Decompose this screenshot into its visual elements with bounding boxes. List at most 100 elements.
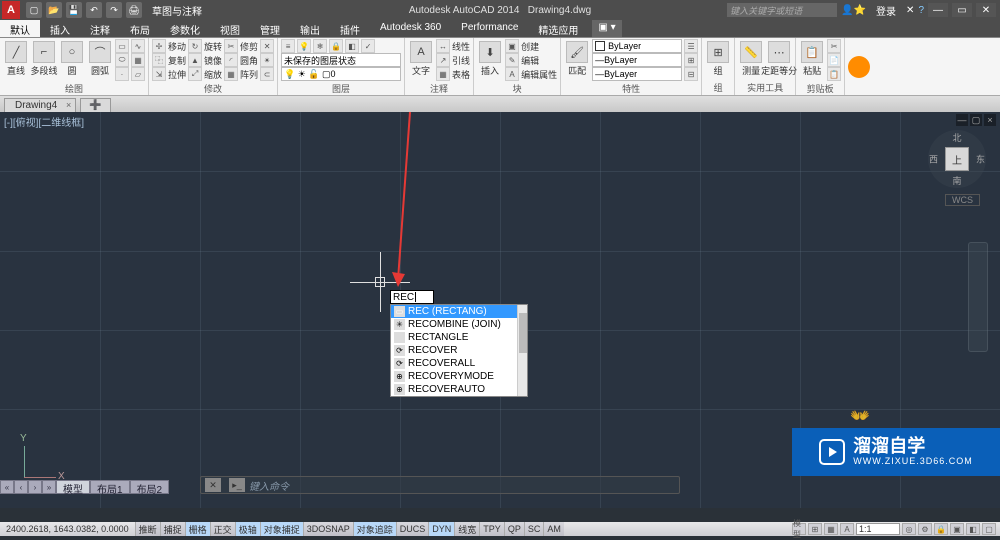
viewcube-top[interactable]: 上 xyxy=(945,147,969,171)
explode-icon[interactable]: ✴ xyxy=(260,53,274,67)
navigation-bar[interactable] xyxy=(968,242,988,352)
group-button[interactable]: ⊞组 xyxy=(705,39,731,79)
paste-special-icon[interactable]: 📋 xyxy=(827,67,841,81)
layer-iso-icon[interactable]: ◧ xyxy=(345,39,359,53)
model-tab[interactable]: 模型 xyxy=(56,480,90,494)
layer-match-icon[interactable]: ✓ xyxy=(361,39,375,53)
vp-min-icon[interactable]: — xyxy=(956,114,968,126)
tab-expand[interactable]: ▣ ▾ xyxy=(592,20,621,37)
viewcube-south[interactable]: 南 xyxy=(952,174,961,187)
tab-default[interactable]: 默认 xyxy=(0,20,40,37)
region-icon[interactable]: ▱ xyxy=(131,67,145,81)
tab-view[interactable]: 视图 xyxy=(210,20,250,37)
status-infer[interactable]: 推断 xyxy=(135,522,160,536)
props-tool1-icon[interactable]: ☰ xyxy=(684,39,698,53)
polyline-button[interactable]: ⌐多段线 xyxy=(31,39,57,79)
tab-output[interactable]: 输出 xyxy=(290,20,330,37)
viewcube-north[interactable]: 北 xyxy=(952,131,961,144)
coordinates[interactable]: 2400.2618, 1643.0382, 0.0000 xyxy=(0,524,135,534)
viewcube-east[interactable]: 东 xyxy=(976,153,985,166)
snap-display-icon[interactable]: ▦ xyxy=(824,523,838,535)
user-badge-icon[interactable]: 👤⭐ xyxy=(841,5,866,16)
tab-parametric[interactable]: 参数化 xyxy=(160,20,210,37)
close-button[interactable]: ✕ xyxy=(976,3,996,17)
fillet-icon[interactable]: ◜ xyxy=(224,53,238,67)
tab-nav-last-icon[interactable]: » xyxy=(42,480,56,494)
layer-props-icon[interactable]: ≡ xyxy=(281,39,295,53)
qat-redo-icon[interactable]: ↷ xyxy=(106,2,122,18)
tab-a360[interactable]: Autodesk 360 xyxy=(370,20,451,37)
status-osnap[interactable]: 对象捕捉 xyxy=(260,522,303,536)
status-dyn[interactable]: DYN xyxy=(428,522,454,536)
workspace-label[interactable]: 草图与注释 xyxy=(152,3,202,18)
login-button[interactable]: 登录 xyxy=(870,3,902,18)
autocomplete-item[interactable]: ⊕RECOVERYMODE xyxy=(391,370,527,383)
point-icon[interactable]: · xyxy=(115,67,129,81)
linear-dim-icon[interactable]: ↔ xyxy=(436,39,450,53)
status-grid[interactable]: 栅格 xyxy=(185,522,210,536)
status-3dosnap[interactable]: 3DOSNAP xyxy=(303,522,353,536)
cmdline-close-icon[interactable]: ✕ xyxy=(205,478,221,492)
tab-nav-prev-icon[interactable]: ‹ xyxy=(14,480,28,494)
help-icon[interactable]: ? xyxy=(918,5,924,16)
rotate-icon[interactable]: ↻ xyxy=(188,39,202,53)
layer-on-icon[interactable]: 💡 xyxy=(297,39,311,53)
dynamic-input[interactable]: REC xyxy=(390,290,434,304)
tab-annotate[interactable]: 注释 xyxy=(80,20,120,37)
viewport-label[interactable]: [-][俯视][二维线框] xyxy=(4,114,84,129)
workspace-switch-icon[interactable]: ⚙ xyxy=(918,523,932,535)
scale-icon[interactable]: ⤢ xyxy=(188,67,202,81)
ellipse-icon[interactable]: ⬭ xyxy=(115,53,129,67)
divide-button[interactable]: ⋯定距等分 xyxy=(766,39,792,79)
anno-scale-icon[interactable]: A xyxy=(840,523,854,535)
tab-performance[interactable]: Performance xyxy=(451,20,528,37)
rect-icon[interactable]: ▭ xyxy=(115,39,129,53)
cut-icon[interactable]: ✂ xyxy=(827,39,841,53)
offset-icon[interactable]: ⊂ xyxy=(260,67,274,81)
layer-current-combo[interactable]: 💡 ☀ 🔓 ▢ 0 xyxy=(281,67,401,81)
status-ducs[interactable]: DUCS xyxy=(396,522,429,536)
hatch-icon[interactable]: ▦ xyxy=(131,53,145,67)
status-ortho[interactable]: 正交 xyxy=(210,522,235,536)
isolate-icon[interactable]: ◧ xyxy=(966,523,980,535)
vp-close-icon[interactable]: × xyxy=(984,114,996,126)
layer-freeze-icon[interactable]: ❄ xyxy=(313,39,327,53)
insert-block-button[interactable]: ⬇插入 xyxy=(477,39,503,79)
command-line[interactable]: ✕ ▸_ 键入命令 xyxy=(200,476,680,494)
user-avatar-icon[interactable] xyxy=(848,56,870,78)
status-am[interactable]: AM xyxy=(543,522,564,536)
spline-icon[interactable]: ∿ xyxy=(131,39,145,53)
app-icon[interactable]: A xyxy=(2,1,20,19)
table-icon[interactable]: ▦ xyxy=(436,67,450,81)
model-space-button[interactable]: 模型 xyxy=(792,523,806,535)
clean-screen-icon[interactable]: ▢ xyxy=(982,523,996,535)
tab-featured[interactable]: 精选应用 xyxy=(528,20,588,37)
layer-lock-icon[interactable]: 🔒 xyxy=(329,39,343,53)
hardware-accel-icon[interactable]: ▣ xyxy=(950,523,964,535)
layout1-tab[interactable]: 布局1 xyxy=(90,480,130,494)
minimize-button[interactable]: — xyxy=(928,3,948,17)
autocomplete-item[interactable]: RECTANGLE xyxy=(391,331,527,344)
autocomplete-item[interactable]: ▭REC (RECTANG) xyxy=(391,305,527,318)
qat-print-icon[interactable]: 🖨 xyxy=(126,2,142,18)
trim-icon[interactable]: ✂ xyxy=(224,39,238,53)
file-tab-drawing4[interactable]: Drawing4 × xyxy=(4,98,76,112)
lock-ui-icon[interactable]: 🔒 xyxy=(934,523,948,535)
edit-attr-icon[interactable]: A xyxy=(505,67,519,81)
paste-button[interactable]: 📋粘贴 xyxy=(799,39,825,79)
line-button[interactable]: ╱直线 xyxy=(3,39,29,79)
status-qp[interactable]: QP xyxy=(504,522,524,536)
status-otrack[interactable]: 对象追踪 xyxy=(353,522,396,536)
qat-undo-icon[interactable]: ↶ xyxy=(86,2,102,18)
text-button[interactable]: A文字 xyxy=(408,39,434,79)
anno-vis-icon[interactable]: ◎ xyxy=(902,523,916,535)
autocomplete-scrollbar[interactable] xyxy=(517,305,527,396)
array-icon[interactable]: ▦ xyxy=(224,67,238,81)
linetype-combo[interactable]: — ByLayer xyxy=(592,67,682,81)
color-combo[interactable]: ByLayer xyxy=(592,39,682,53)
create-block-icon[interactable]: ▣ xyxy=(505,39,519,53)
arc-button[interactable]: ⌒圆弧 xyxy=(87,39,113,79)
qat-open-icon[interactable]: 📂 xyxy=(46,2,62,18)
copy-icon[interactable]: ⿻ xyxy=(152,53,166,67)
autocomplete-item[interactable]: ⟳RECOVER xyxy=(391,344,527,357)
